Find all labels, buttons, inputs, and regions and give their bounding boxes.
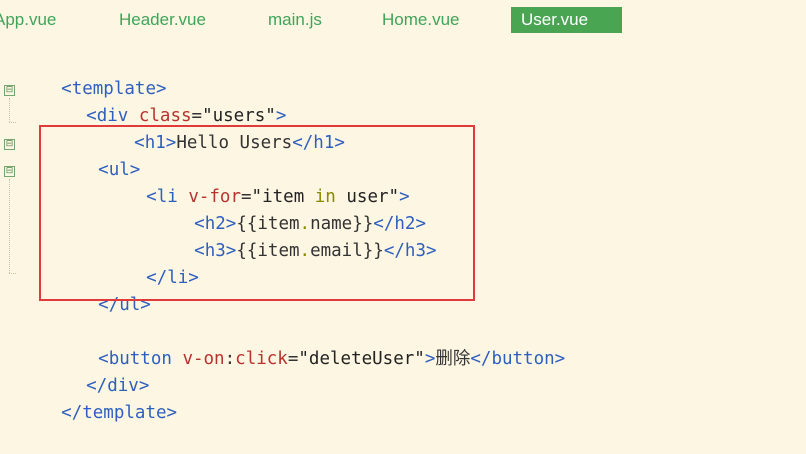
code-line-2: <div class="users"> [44, 76, 286, 126]
code-token: > [424, 349, 436, 369]
code-token: "deleteUser" [298, 349, 425, 369]
fold-toggle-icon[interactable]: ⊟ [4, 139, 15, 150]
indent-guide [9, 98, 10, 122]
code-line-11: </div> [44, 346, 149, 396]
code-line-12: </template> [19, 373, 177, 423]
code-token: </template> [61, 403, 178, 423]
code-token: : [224, 349, 236, 369]
code-token: v-on [182, 349, 225, 369]
code-line-1: <template> [19, 49, 166, 99]
editor-tab-bar: App.vue Header.vue main.js Home.vue User… [0, 0, 806, 38]
highlight-box [39, 125, 475, 301]
indent-guide [9, 273, 16, 274]
tab-home-vue[interactable]: Home.vue [382, 7, 459, 33]
code-token: 删除 [435, 349, 471, 369]
code-token: = [287, 349, 299, 369]
code-token: </button> [470, 349, 566, 369]
tab-user-vue[interactable]: User.vue [511, 7, 622, 33]
fold-toggle-icon[interactable]: ⊟ [4, 85, 15, 96]
code-line-10: <button v-on:click="deleteUser">删除</butt… [56, 319, 565, 369]
fold-toggle-icon[interactable]: ⊟ [4, 166, 15, 177]
indent-guide [9, 122, 16, 123]
indent-guide [9, 179, 10, 273]
tab-main-js[interactable]: main.js [268, 7, 322, 33]
tab-header-vue[interactable]: Header.vue [119, 7, 206, 33]
tab-app-vue[interactable]: App.vue [0, 7, 56, 33]
code-token: click [235, 349, 288, 369]
